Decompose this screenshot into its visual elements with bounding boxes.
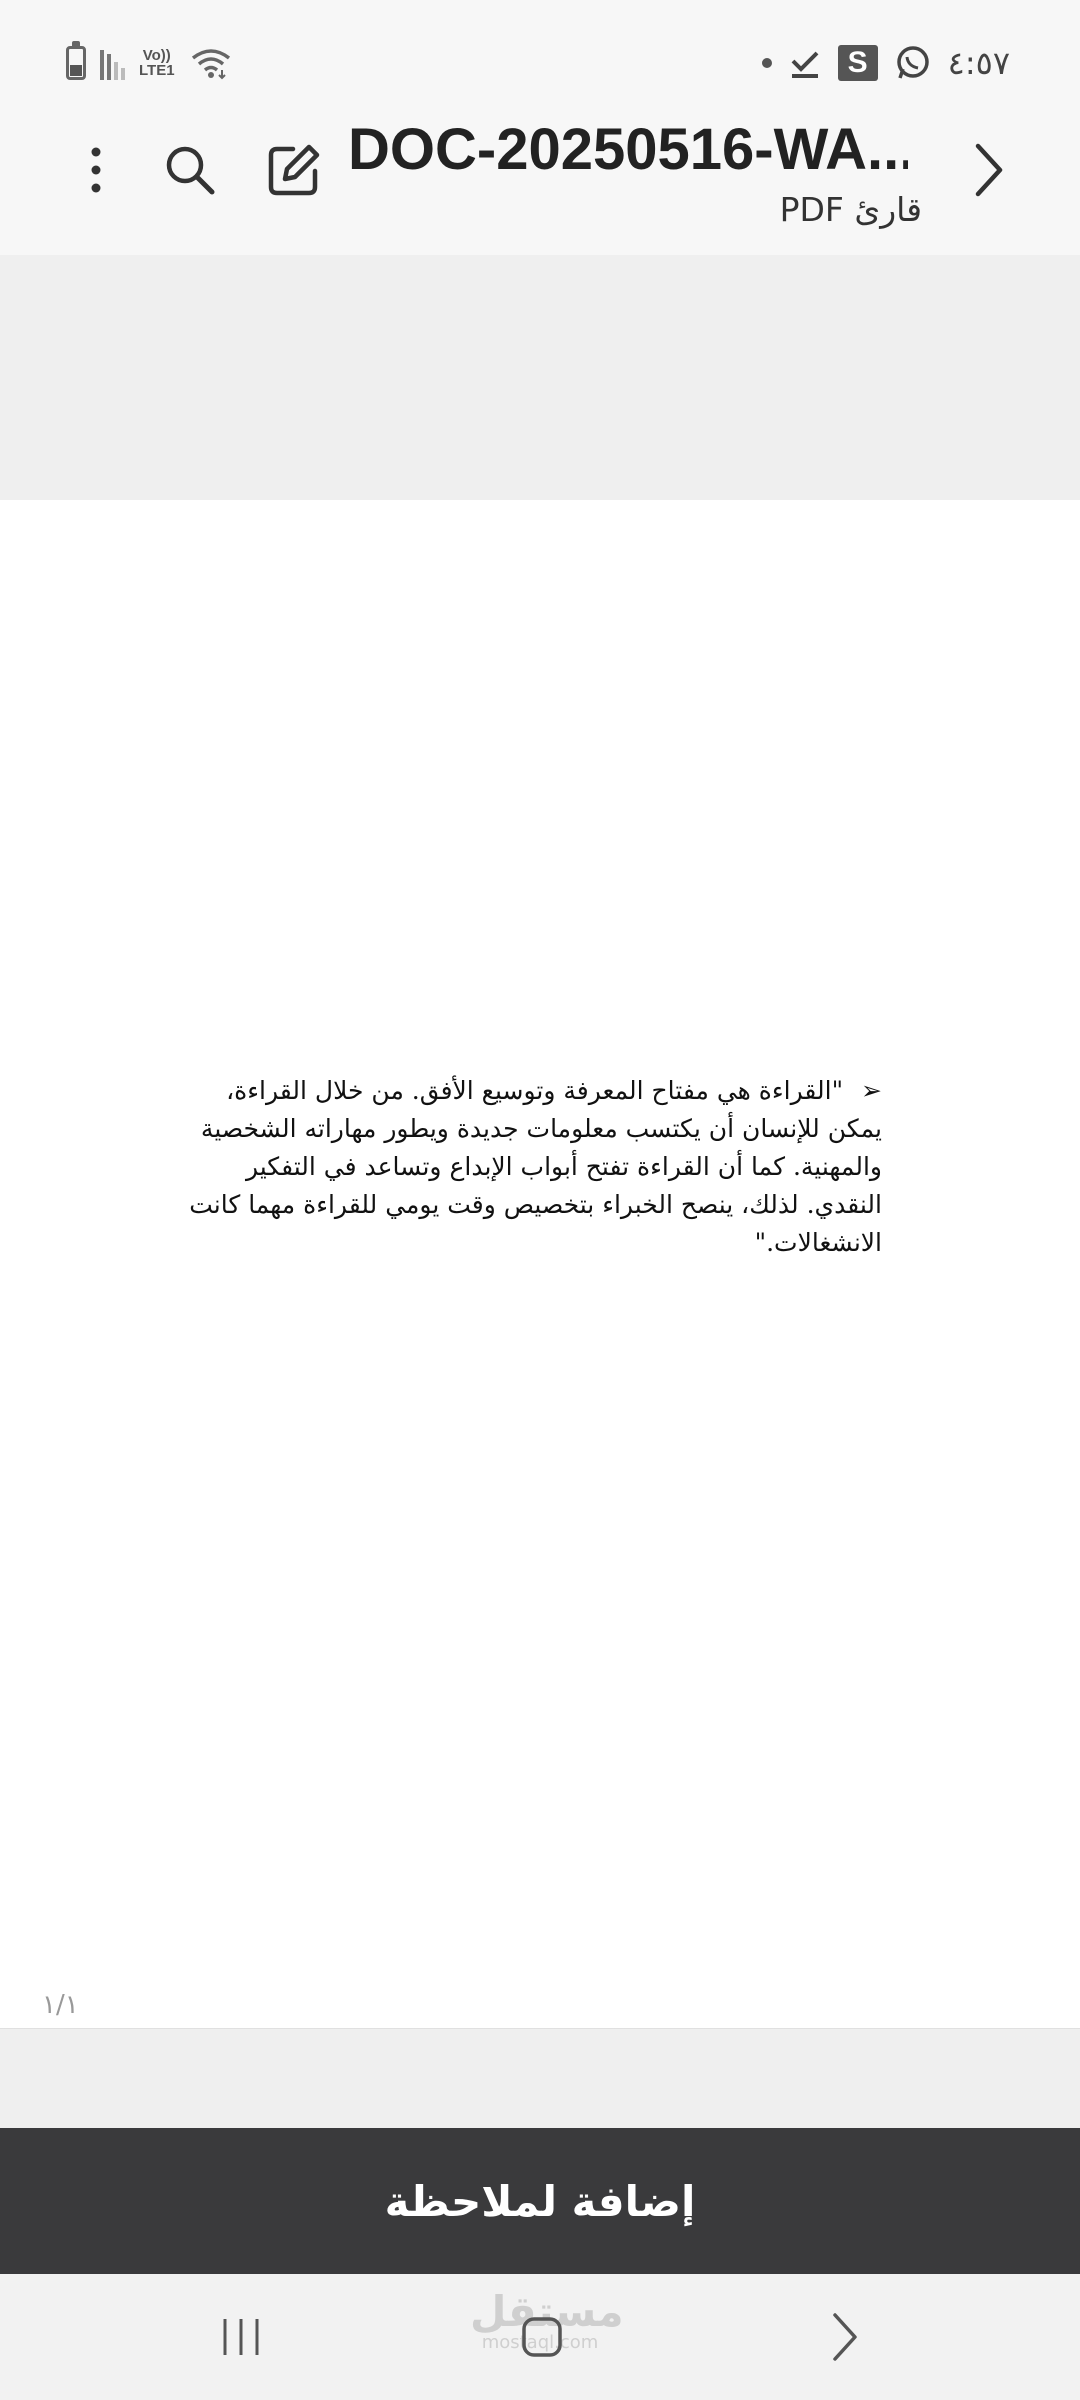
page-indicator: ١/١ xyxy=(42,1990,79,2020)
add-note-label: إضافة لملاحظة xyxy=(384,2176,696,2226)
whatsapp-icon xyxy=(896,46,929,79)
document-subtitle: قارئ PDF xyxy=(779,190,922,229)
network-volte-text: Vo)) xyxy=(142,47,171,64)
network-type-label: Vo)) LTE1 xyxy=(139,48,175,78)
network-lte-text: LTE1 xyxy=(139,62,175,79)
home-button[interactable] xyxy=(497,2294,587,2380)
search-button[interactable] xyxy=(154,134,226,206)
document-title: DOC-20250516-WA... xyxy=(348,117,908,182)
back-button[interactable] xyxy=(952,134,1024,206)
wifi-icon xyxy=(191,49,230,80)
recent-apps-button[interactable] xyxy=(196,2294,286,2380)
home-icon xyxy=(522,2317,562,2357)
status-time: ٤:٥٧ xyxy=(947,44,1010,82)
dot-icon xyxy=(761,58,772,68)
back-icon xyxy=(833,2313,857,2361)
bullet-arrow-icon: ➢ xyxy=(861,1076,882,1105)
add-note-button[interactable]: إضافة لملاحظة xyxy=(0,2128,1080,2274)
check-notification-icon xyxy=(791,51,819,78)
status-bar: Vo)) LTE1 S ٤:٥٧ xyxy=(0,0,1080,120)
back-nav-button[interactable] xyxy=(800,2294,890,2380)
signal-icon xyxy=(100,46,125,80)
viewer-top-margin xyxy=(0,255,1080,500)
battery-icon xyxy=(66,41,86,80)
viewer-bottom-margin xyxy=(0,2028,1080,2128)
paragraph-text: "القراءة هي مفتاح المعرفة وتوسيع الأفق. … xyxy=(189,1076,882,1257)
status-right-icons: S ٤:٥٧ xyxy=(761,38,1010,88)
s-app-icon: S xyxy=(837,45,878,81)
more-options-button[interactable] xyxy=(60,134,132,206)
back-arrow-icon xyxy=(975,143,1003,197)
status-left-icons: Vo)) LTE1 xyxy=(66,38,233,88)
search-icon xyxy=(166,146,215,195)
more-options-icon xyxy=(91,147,101,193)
edit-icon xyxy=(268,144,320,196)
recent-apps-icon xyxy=(223,2319,259,2355)
pdf-page[interactable] xyxy=(0,500,1080,2028)
edit-button[interactable] xyxy=(258,134,330,206)
document-paragraph: ➢ "القراءة هي مفتاح المعرفة وتوسيع الأفق… xyxy=(170,1072,882,1262)
